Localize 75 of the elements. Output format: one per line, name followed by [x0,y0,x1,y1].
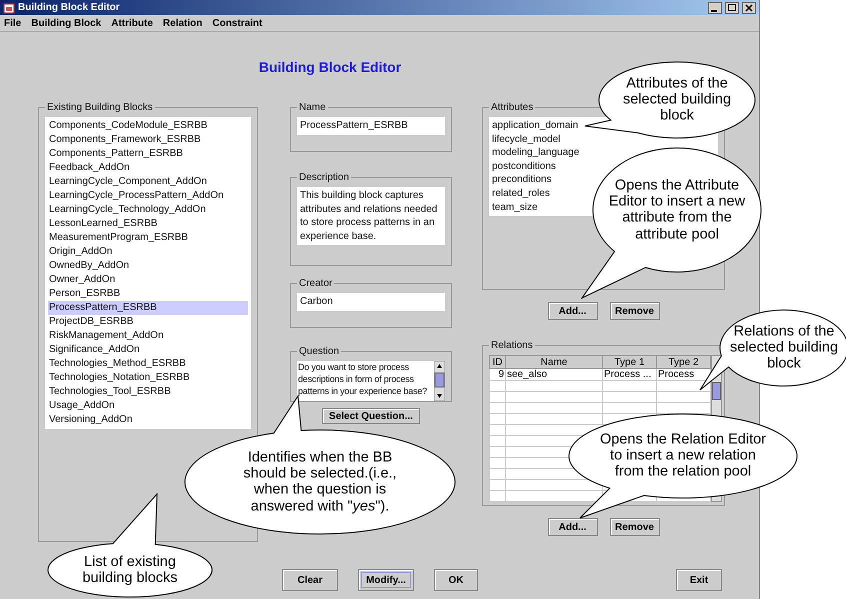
window-title: Building Block Editor [18,2,121,13]
list-item[interactable]: Technologies_Method_ESRBB [48,357,248,371]
action-button[interactable]: Modify... [358,569,414,591]
relation-button[interactable]: Remove [610,518,660,536]
list-item[interactable]: Components_Pattern_ESRBB [48,147,248,161]
list-item[interactable]: Significance_AddOn [48,343,248,357]
menu-item[interactable]: Constraint [212,18,262,28]
callout-text: Relations of the selected building block [728,324,840,372]
app-icon [3,2,15,14]
list-item[interactable]: RiskManagement_AddOn [48,329,248,343]
list-item[interactable]: ProcessPattern_ESRBB [48,301,248,315]
list-item[interactable]: LearningCycle_Component_AddOn [48,175,248,189]
list-item[interactable]: Components_Framework_ESRBB [48,133,248,147]
column-header[interactable]: Name [506,356,602,368]
action-button[interactable]: OK [434,569,478,591]
list-item[interactable]: MeasurementProgram_ESRBB [48,231,248,245]
menu-item[interactable]: Attribute [111,18,153,28]
name-field[interactable]: ProcessPattern_ESRBB [297,117,445,134]
callout-text: List of existing building blocks [81,554,179,586]
list-item[interactable]: OwnedBy_AddOn [48,259,248,273]
description-field[interactable]: This building block captures attributes and relations needed to store process patterns in an experience base. [297,187,445,245]
list-item[interactable]: application_domain [492,119,578,133]
editor-heading: Building Block Editor [258,59,402,75]
minimize-icon[interactable] [708,2,722,14]
list-item[interactable]: LearningCycle_ProcessPattern_AddOn [48,189,248,203]
group-label: Relations [490,340,534,351]
exit-button[interactable]: Exit [676,569,722,591]
list-item[interactable]: team_size [492,200,538,214]
action-button[interactable]: Clear [282,569,338,591]
group-label: Attributes [490,102,534,113]
close-icon[interactable] [742,2,756,14]
group-label: Creator [298,278,334,289]
column-header[interactable]: Type 2 [656,356,710,368]
list-item[interactable]: preconditions [492,173,552,187]
list-item[interactable]: Person_ESRBB [48,287,248,301]
list-item[interactable]: postconditions [492,160,556,174]
list-item[interactable]: modeling_language [492,146,580,160]
callout-text: Opens the Attribute Editor to insert a new attribute from the attribute pool [608,178,746,242]
list-item[interactable]: Origin_AddOn [48,245,248,259]
list-item[interactable]: LearningCycle_Technology_AddOn [48,203,248,217]
list-item[interactable]: LessonLearned_ESRBB [48,217,248,231]
question-field[interactable]: Do you want to store process descriptions in form of process patterns in your experience base? [297,361,434,401]
callout-text: Opens the Relation Editor to insert a new relation from the relation pool [599,432,767,480]
menu-item[interactable]: File [4,18,22,28]
list-item[interactable]: Technologies_Tool_ESRBB [48,385,248,399]
menu-item[interactable]: Building Block [31,18,102,28]
attribute-button[interactable]: Add... [548,302,598,320]
list-item[interactable]: Components_CodeModule_ESRBB [48,119,248,133]
callout-text: Identifies when the BB should be selected.(i.e., when the question is answered with "yes"). [242,450,398,514]
table-cell: 9 [490,368,506,380]
group-label: Existing Building Blocks [46,102,154,113]
table-cell: see_also [506,368,602,380]
list-item[interactable]: ProjectDB_ESRBB [48,315,248,329]
select-question-button[interactable]: Select Question... [322,408,420,424]
list-item[interactable]: Owner_AddOn [48,273,248,287]
list-item[interactable]: Usage_AddOn [48,399,248,413]
callout-text: Attributes of the selected building block [622,76,732,124]
list-item[interactable]: Feedback_AddOn [48,161,248,175]
group-label: Question [298,346,340,357]
scrollbar[interactable] [434,361,445,401]
column-header[interactable]: ID [490,356,506,368]
menu-item[interactable]: Relation [162,18,202,28]
group-label: Description [298,172,350,183]
scrollbar-thumb[interactable] [712,382,721,400]
creator-field[interactable]: Carbon [297,293,445,310]
column-header[interactable]: Type 1 [602,356,656,368]
relation-button[interactable]: Add... [548,518,598,536]
maximize-icon[interactable] [725,2,739,14]
list-item[interactable]: lifecycle_model [492,132,560,146]
attribute-button[interactable]: Remove [610,302,660,320]
list-item[interactable]: related_roles [492,186,550,201]
list-item[interactable]: Technologies_Notation_ESRBB [48,371,248,385]
table-cell: Process ... [602,368,656,380]
group-label: Name [298,102,327,113]
list-item[interactable]: Versioning_AddOn [48,413,248,427]
